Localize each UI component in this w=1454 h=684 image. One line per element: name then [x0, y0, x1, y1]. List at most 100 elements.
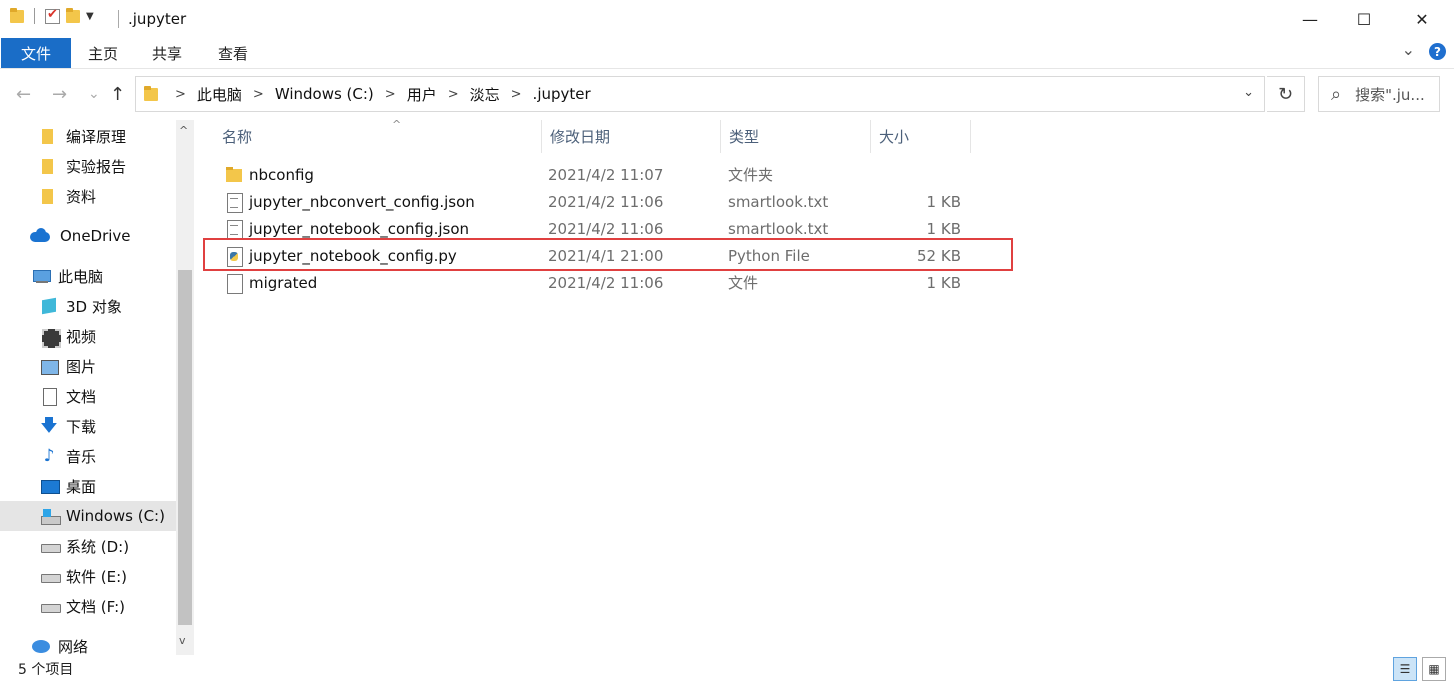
nav-item-lab-reports[interactable]: 实验报告	[0, 151, 176, 181]
folder-icon	[40, 188, 58, 204]
nav-item-materials[interactable]: 资料	[0, 181, 176, 211]
nav-item-3d-objects[interactable]: 3D 对象	[0, 291, 176, 321]
new-folder-icon[interactable]	[66, 8, 80, 24]
up-button[interactable]: ↑	[110, 84, 125, 105]
file-date: 2021/4/2 11:06	[548, 192, 664, 211]
tab-home[interactable]: 主页	[82, 38, 124, 68]
tab-share[interactable]: 共享	[146, 38, 188, 68]
nav-item-pictures[interactable]: 图片	[0, 351, 176, 381]
windows-drive-icon	[40, 508, 61, 525]
nav-item-network[interactable]: 网络	[0, 631, 176, 655]
refresh-button[interactable]: ↻	[1267, 76, 1305, 112]
maximize-button[interactable]: ☐	[1334, 0, 1394, 38]
column-header-size[interactable]: 大小	[871, 120, 971, 153]
status-bar: 5 个项目 ☰ ▦	[0, 655, 1454, 684]
nav-item-label: 网络	[58, 637, 89, 656]
breadcrumb-separator[interactable]: >	[253, 87, 264, 102]
nav-item-desktop[interactable]: 桌面	[0, 471, 176, 501]
address-dropdown-icon[interactable]: ⌄	[1243, 85, 1254, 100]
qat-dropdown-icon[interactable]: ▼	[86, 11, 94, 22]
nav-item-windows-c[interactable]: Windows (C:)	[0, 501, 176, 531]
json-file-icon	[226, 192, 243, 213]
nav-item-music[interactable]: ♪ 音乐	[0, 441, 176, 471]
column-header-name[interactable]: 名称 ^	[214, 118, 542, 153]
nav-item-label: 音乐	[66, 447, 97, 466]
breadcrumb-users[interactable]: 用户	[407, 84, 437, 105]
item-count: 5 个项目	[18, 662, 74, 678]
breadcrumb-windows-c[interactable]: Windows (C:)	[275, 85, 374, 103]
tab-file[interactable]: 文件	[1, 38, 71, 68]
nav-item-label: 此电脑	[58, 267, 104, 286]
table-row[interactable]: jupyter_nbconvert_config.json 2021/4/2 1…	[208, 188, 1008, 215]
navigation-pane: 编译原理 实验报告 资料 OneDrive 此电脑 3D 对象 视频 图片 文档…	[0, 120, 176, 655]
nav-item-label: 图片	[66, 357, 97, 376]
nav-item-drive-d[interactable]: 系统 (D:)	[0, 531, 176, 561]
nav-item-onedrive[interactable]: OneDrive	[0, 221, 176, 251]
nav-item-label: 软件 (E:)	[66, 567, 128, 586]
table-row[interactable]: nbconfig 2021/4/2 11:07 文件夹	[208, 161, 1008, 188]
nav-item-drive-f[interactable]: 文档 (F:)	[0, 591, 176, 621]
search-input[interactable]: 搜索".ju...	[1355, 84, 1425, 105]
file-name: nbconfig	[249, 165, 314, 184]
file-name-cell: nbconfig	[226, 161, 314, 188]
recent-locations-button[interactable]: ⌄	[88, 86, 100, 102]
details-view-button[interactable]: ☰	[1393, 657, 1417, 681]
drive-icon	[40, 568, 61, 584]
3d-objects-icon	[40, 298, 58, 314]
window-title: .jupyter	[128, 10, 187, 28]
ribbon-tabs: 文件 主页 共享 查看 ⌄ ?	[0, 38, 1454, 69]
breadcrumb-separator[interactable]: >	[448, 87, 459, 102]
help-icon[interactable]: ?	[1429, 43, 1446, 60]
file-date: 2021/4/2 11:06	[548, 273, 664, 292]
breadcrumb-separator[interactable]: >	[511, 87, 522, 102]
title-divider	[118, 10, 119, 28]
back-button[interactable]: ←	[16, 84, 31, 105]
blank-file-icon	[226, 273, 243, 294]
nav-scrollbar[interactable]: ^ v	[176, 120, 194, 655]
title-bar: ▼ .jupyter — ☐ ✕	[0, 0, 1454, 38]
nav-item-label: 文档 (F:)	[66, 597, 125, 616]
breadcrumb-user-folder[interactable]: 淡忘	[470, 84, 500, 105]
column-header-date[interactable]: 修改日期	[542, 120, 721, 153]
table-row[interactable]: migrated 2021/4/2 11:06 文件 1 KB	[208, 269, 1008, 296]
scroll-up-icon[interactable]: ^	[179, 124, 188, 137]
ribbon-expand-icon[interactable]: ⌄	[1402, 42, 1415, 60]
nav-scroll-thumb[interactable]	[178, 270, 192, 625]
file-size	[868, 161, 961, 188]
file-name: jupyter_notebook_config.json	[249, 219, 470, 238]
address-row: ← → ⌄ ↑ > 此电脑 > Windows (C:) > 用户 > 淡忘 >…	[0, 70, 1454, 120]
downloads-icon: 🡇	[40, 416, 58, 436]
forward-button[interactable]: →	[52, 84, 67, 105]
column-name-label: 名称	[222, 128, 253, 146]
column-header-type[interactable]: 类型	[721, 120, 871, 153]
file-size: 1 KB	[926, 192, 961, 211]
tab-view[interactable]: 查看	[212, 38, 254, 68]
nav-item-label: 视频	[66, 327, 97, 346]
breadcrumb-this-pc[interactable]: 此电脑	[197, 84, 242, 105]
scroll-down-icon[interactable]: v	[179, 634, 186, 647]
nav-item-label: 3D 对象	[66, 297, 122, 316]
nav-item-videos[interactable]: 视频	[0, 321, 176, 351]
nav-item-drive-e[interactable]: 软件 (E:)	[0, 561, 176, 591]
nav-item-compiler-principles[interactable]: 编译原理	[0, 121, 176, 151]
breadcrumb-separator[interactable]: >	[385, 87, 396, 102]
breadcrumb-jupyter[interactable]: .jupyter	[533, 85, 591, 103]
desktop-icon	[40, 478, 60, 494]
minimize-button[interactable]: —	[1280, 0, 1340, 38]
nav-item-documents[interactable]: 文档	[0, 381, 176, 411]
file-type: 文件	[728, 274, 759, 292]
properties-icon[interactable]	[45, 7, 60, 24]
nav-item-downloads[interactable]: 🡇 下载	[0, 411, 176, 441]
nav-item-this-pc[interactable]: 此电脑	[0, 261, 176, 291]
close-button[interactable]: ✕	[1392, 0, 1452, 38]
breadcrumb-separator[interactable]: >	[175, 87, 186, 102]
qat-divider	[34, 8, 35, 24]
music-icon: ♪	[43, 446, 55, 466]
file-name: jupyter_nbconvert_config.json	[249, 192, 475, 211]
address-bar[interactable]: > 此电脑 > Windows (C:) > 用户 > 淡忘 > .jupyte…	[135, 76, 1265, 112]
file-date: 2021/4/2 11:07	[548, 165, 664, 184]
search-box[interactable]: ⌕ 搜索".ju...	[1318, 76, 1440, 112]
large-icons-view-button[interactable]: ▦	[1422, 657, 1446, 681]
network-icon	[32, 638, 50, 654]
file-name-cell: jupyter_nbconvert_config.json	[226, 188, 475, 215]
